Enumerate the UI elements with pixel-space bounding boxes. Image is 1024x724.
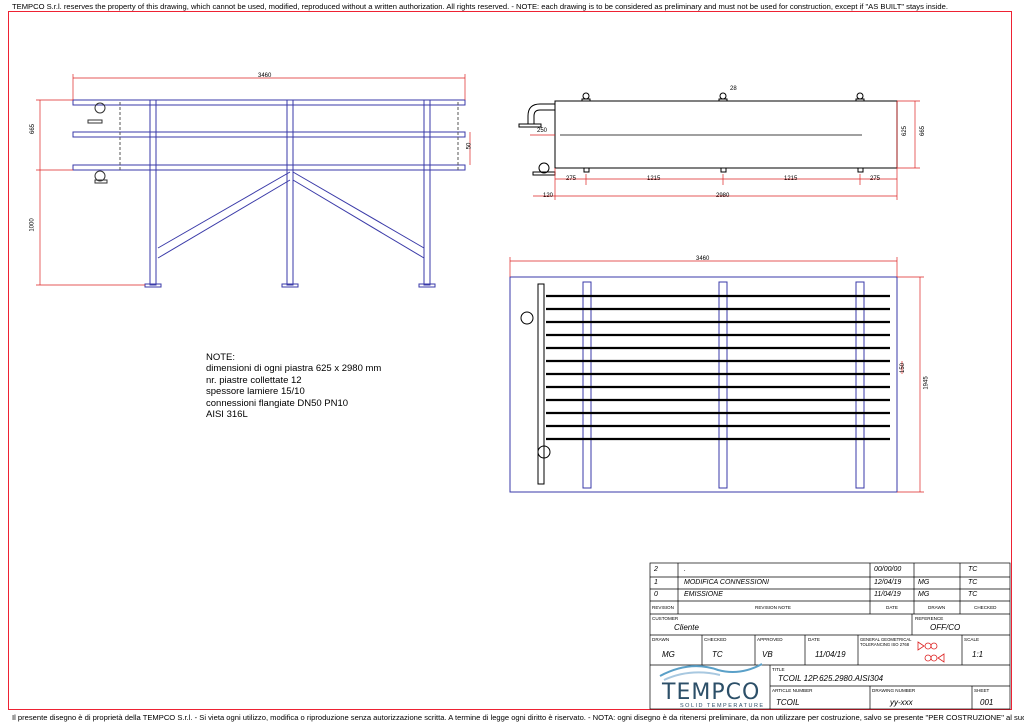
title-value: TCOIL 12P.625.2980.AISI304 (778, 674, 884, 683)
side-view (518, 92, 898, 176)
dim-side-1215b: 1215 (784, 176, 798, 182)
rev-number: 1 (654, 579, 658, 586)
dim-side-665: 665 (920, 125, 927, 137)
dim-side-1215a: 1215 (647, 176, 661, 182)
tempco-logo: TEMPCO (662, 680, 761, 705)
notes-line: spessore lamiere 15/10 (206, 386, 305, 398)
article-value: TCOIL (776, 698, 800, 707)
rev-date: 00/00/00 (874, 566, 902, 573)
rev-checked: TC (968, 591, 978, 598)
dim-front-h1: 665 (30, 123, 37, 135)
rev-checked: TC (968, 566, 978, 573)
dim-side-120: 120 (543, 193, 554, 199)
rev-date: 11/04/19 (874, 591, 901, 598)
header-checked: CHECKED (974, 605, 997, 610)
dim-plan-width: 3460 (696, 256, 710, 262)
header-revision: REVISION (652, 605, 674, 610)
dim-front-50: 50 (466, 142, 473, 150)
drawn-value: MG (662, 650, 675, 659)
header-revision-note: REVISION NOTE (755, 605, 791, 610)
header-drawn: DRAWN (928, 605, 946, 610)
header-date: DATE (886, 605, 898, 610)
copyright-note-it: Il presente disegno è di proprietà della… (12, 713, 1024, 722)
technical-drawing (36, 74, 1011, 710)
rev-number: 0 (654, 591, 658, 598)
rev-note: MODIFICA CONNESSIONI (684, 579, 769, 586)
dim-side-275a: 275 (566, 176, 577, 182)
sheet-label: SHEET (974, 688, 990, 693)
scale-label: SCALE (964, 637, 980, 642)
tolerance-label: GENERAL GEOMETRICAL TOLERANCING ISO 2768 (860, 637, 912, 647)
notes-title: NOTE: (206, 352, 236, 363)
drawing-notes: NOTE: dimensioni di ogni piastra 625 x 2… (206, 352, 381, 420)
rev-drawn: MG (918, 579, 930, 586)
rev-drawn: MG (918, 591, 930, 598)
drawing-value: yy-xxx (890, 698, 913, 707)
reference-label: REFERENCE (915, 616, 944, 621)
dim-plan-1945: 1945 (923, 376, 930, 390)
rev-number: 2 (654, 566, 658, 573)
approved-value: VB (762, 650, 773, 659)
title-label: TITLE (772, 667, 785, 672)
sheet-value: 001 (980, 698, 994, 707)
checked-label: CHECKED (704, 637, 727, 642)
front-view (72, 99, 466, 288)
checked-value: TC (712, 650, 723, 659)
dim-side-2980: 2980 (716, 193, 730, 199)
dim-side-28: 28 (730, 86, 737, 92)
tolerance-symbol (917, 641, 945, 663)
notes-line: connessioni flangiate DN50 PN10 (206, 397, 349, 409)
dim-front-h2: 1000 (29, 218, 36, 232)
dim-front-width: 3460 (258, 73, 272, 79)
side-view-dimensions (530, 100, 920, 200)
scale-value: 1:1 (972, 650, 984, 659)
drawn-label: DRAWN (652, 637, 670, 642)
rev-checked: TC (968, 579, 978, 586)
dim-side-250: 250 (537, 128, 548, 134)
date-value: 11/04/19 (815, 650, 846, 659)
reference-value: OFF/CO (930, 623, 961, 632)
approved-label: APPROVED (757, 637, 783, 642)
rev-note: EMISSIONE (684, 591, 723, 598)
dim-side-625: 625 (902, 125, 909, 137)
notes-line: nr. piastre collettate 12 (206, 374, 302, 386)
tempco-logo-tagline: SOLID TEMPERATURE (680, 703, 765, 709)
date-label: DATE (808, 637, 820, 642)
drawing-label: DRAWING NUMBER (872, 688, 916, 693)
dim-plan-150: 150 (900, 362, 907, 374)
customer-label: CUSTOMER (652, 616, 679, 621)
notes-line: AISI 316L (206, 409, 248, 421)
notes-line: dimensioni di ogni piastra 625 x 2980 mm (206, 363, 382, 375)
plan-view-plates (546, 294, 890, 441)
rev-date: 12/04/19 (874, 579, 902, 586)
tempco-logo-wave (659, 663, 763, 681)
rev-note: . (684, 566, 686, 573)
customer-value: Cliente (674, 623, 699, 632)
article-label: ARTICLE NUMBER (772, 688, 813, 693)
dim-side-275b: 275 (870, 176, 881, 182)
